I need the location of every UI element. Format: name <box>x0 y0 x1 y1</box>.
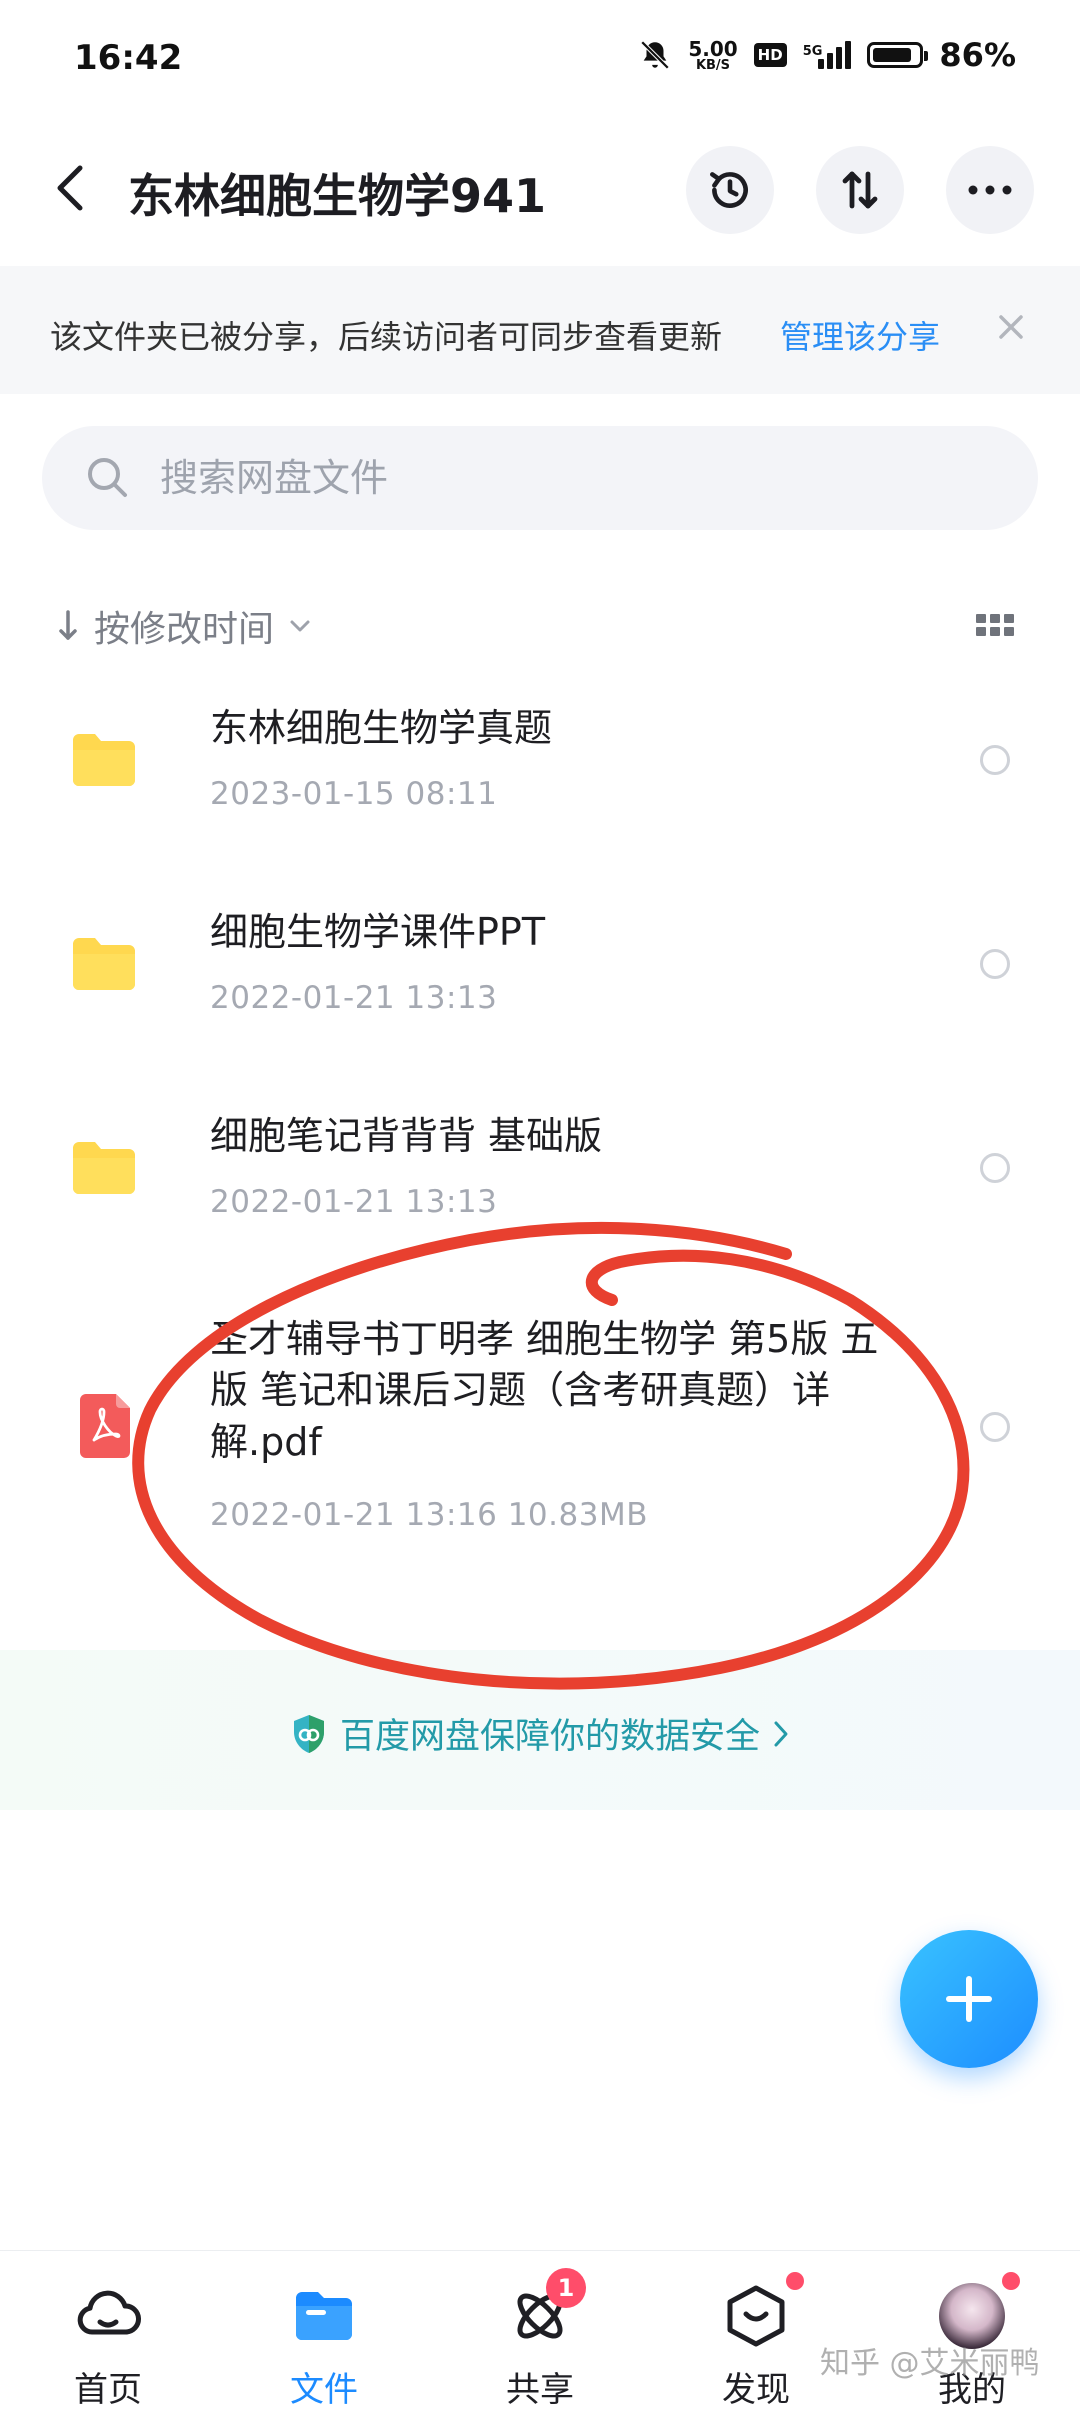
mute-bell-icon <box>641 40 670 70</box>
grid-view-toggle[interactable] <box>976 614 1016 638</box>
search-input[interactable] <box>158 448 982 508</box>
share-banner-message: 该文件夹已被分享，后续访问者可同步查看更新 <box>50 318 723 356</box>
battery-percent: 86% <box>939 36 1016 74</box>
file-name: 圣才辅导书丁明孝 细胞生物学 第5版 五版 笔记和课后习题（含考研真题）详解.p… <box>210 1317 879 1464</box>
nav-label: 首页 <box>74 2370 142 2410</box>
net-speed-unit: KB/S <box>695 57 731 73</box>
file-meta: 2022-01-21 13:13 <box>210 1184 498 1220</box>
battery-icon <box>867 42 929 68</box>
select-checkbox[interactable] <box>980 1153 1010 1183</box>
file-name: 细胞生物学课件PPT <box>210 910 546 954</box>
transfer-arrows-icon <box>842 171 878 209</box>
nav-share[interactable]: 1 共享 <box>470 2268 610 2411</box>
discover-box-icon <box>720 2272 804 2352</box>
more-button[interactable] <box>946 146 1034 234</box>
signal-label: 5G <box>802 44 823 59</box>
manage-share-link[interactable]: 管理该分享 <box>780 312 940 358</box>
nav-label: 共享 <box>506 2370 574 2410</box>
atom-share-icon: 1 <box>504 2268 586 2352</box>
signal-icon: 5G <box>803 41 852 69</box>
chevron-down-icon <box>290 620 310 632</box>
grid-view-icon <box>976 614 986 623</box>
safety-notice-link[interactable]: 百度网盘保障你的数据安全 <box>0 1708 1080 1759</box>
chevron-left-icon <box>57 165 83 211</box>
sort-selector[interactable]: 按修改时间 <box>56 600 312 652</box>
history-button[interactable] <box>686 146 774 234</box>
page-title: 东林细胞生物学941 <box>128 169 547 223</box>
transfer-button[interactable] <box>816 146 904 234</box>
hd-badge: HD <box>753 43 787 67</box>
plus-icon <box>946 1976 992 2022</box>
back-button[interactable] <box>50 160 90 216</box>
pdf-file-icon <box>80 1394 130 1458</box>
cloud-home-icon <box>72 2280 144 2352</box>
net-speed: 5.00 KB/S <box>688 39 737 72</box>
more-dots-icon <box>968 185 1012 195</box>
share-badge-count: 1 <box>546 2268 586 2308</box>
sort-down-arrow-icon <box>59 610 77 640</box>
safety-notice-text: 百度网盘保障你的数据安全 <box>339 1717 760 1757</box>
file-meta: 2022-01-21 13:13 <box>210 980 498 1016</box>
history-icon <box>710 172 748 208</box>
folder-icon <box>73 938 135 990</box>
folder-icon <box>73 1142 135 1194</box>
folder-icon <box>73 734 135 786</box>
nav-label: 文件 <box>290 2370 358 2410</box>
watermark: 知乎 @艾米丽鸭 <box>820 2346 1040 2381</box>
status-icons: 5.00 KB/S HD 5G 86% <box>638 36 1016 74</box>
shield-icon <box>293 1714 324 1753</box>
folder-icon <box>288 2280 360 2352</box>
close-icon <box>999 315 1023 339</box>
add-button[interactable] <box>900 1930 1038 2068</box>
search-icon <box>84 454 130 500</box>
battery-fill <box>873 48 912 62</box>
file-name: 东林细胞生物学真题 <box>210 706 553 750</box>
file-name: 细胞笔记背背背 基础版 <box>210 1114 603 1158</box>
nav-home[interactable]: 首页 <box>38 2280 178 2411</box>
file-meta: 2023-01-15 08:11 <box>210 776 498 812</box>
select-checkbox[interactable] <box>980 745 1010 775</box>
status-time: 16:42 <box>74 38 183 78</box>
select-checkbox[interactable] <box>980 949 1010 979</box>
discover-badge-dot <box>786 2272 804 2290</box>
select-checkbox[interactable] <box>980 1412 1010 1442</box>
nav-files[interactable]: 文件 <box>254 2280 394 2411</box>
net-speed-value: 5.00 <box>688 36 738 61</box>
share-banner-close-button[interactable] <box>996 312 1030 346</box>
sort-label: 按修改时间 <box>94 609 275 650</box>
chevron-right-icon <box>774 1721 788 1746</box>
me-badge-dot <box>1002 2272 1020 2290</box>
nav-label: 发现 <box>722 2370 790 2410</box>
file-meta: 2022-01-21 13:16 10.83MB <box>210 1497 648 1533</box>
nav-discover[interactable]: 发现 <box>686 2272 826 2411</box>
